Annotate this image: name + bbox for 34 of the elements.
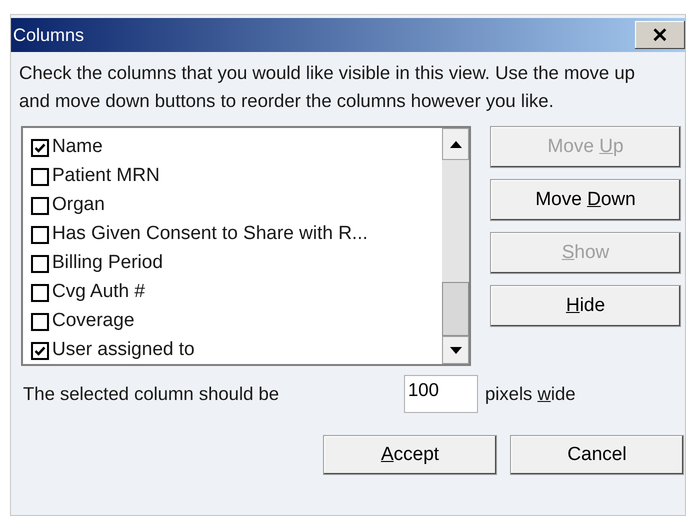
checkbox[interactable] xyxy=(31,254,49,272)
close-button[interactable]: ✕ xyxy=(635,21,685,49)
column-label[interactable]: Coverage xyxy=(52,307,134,336)
column-label[interactable]: Organ xyxy=(52,191,105,220)
scrollbar[interactable] xyxy=(442,128,469,364)
column-label[interactable]: Patient MRN xyxy=(52,162,160,191)
width-label: The selected column should be xyxy=(23,382,280,406)
column-label[interactable]: Billing Period xyxy=(52,249,163,278)
column-label[interactable]: Name xyxy=(52,133,103,162)
up-arrow-icon xyxy=(450,140,462,148)
dialog-button[interactable]: Accept xyxy=(323,435,497,475)
scroll-thumb[interactable] xyxy=(442,282,469,336)
side-button[interactable]: Hide xyxy=(490,285,681,327)
column-label[interactable]: Has Given Consent to Share with R... xyxy=(52,220,368,249)
scroll-up-button[interactable] xyxy=(442,128,469,160)
side-button[interactable]: Move Down xyxy=(490,179,681,221)
check-icon xyxy=(34,344,46,356)
checkbox[interactable] xyxy=(31,342,49,360)
scroll-down-button[interactable] xyxy=(442,336,469,364)
instructions-text: Check the columns that you would like visible in this view. Use the move up and move down buttons to reorder the columns however you like. xyxy=(18,61,636,113)
down-arrow-icon xyxy=(450,346,462,354)
checkbox[interactable] xyxy=(31,312,49,330)
column-label[interactable]: User assigned to xyxy=(52,336,195,365)
checkbox[interactable] xyxy=(31,284,49,302)
checkbox[interactable] xyxy=(31,196,49,214)
column-label[interactable]: Cvg Auth # xyxy=(52,278,145,307)
width-field[interactable]: 100 xyxy=(404,375,478,413)
window-title: Columns xyxy=(13,24,84,46)
check-icon xyxy=(34,142,46,154)
checkbox[interactable] xyxy=(31,138,49,156)
checkbox[interactable] xyxy=(31,168,49,186)
width-unit-label: pixels wide xyxy=(485,382,576,406)
checkbox[interactable] xyxy=(31,226,49,244)
dialog-button[interactable]: Cancel xyxy=(510,435,684,475)
